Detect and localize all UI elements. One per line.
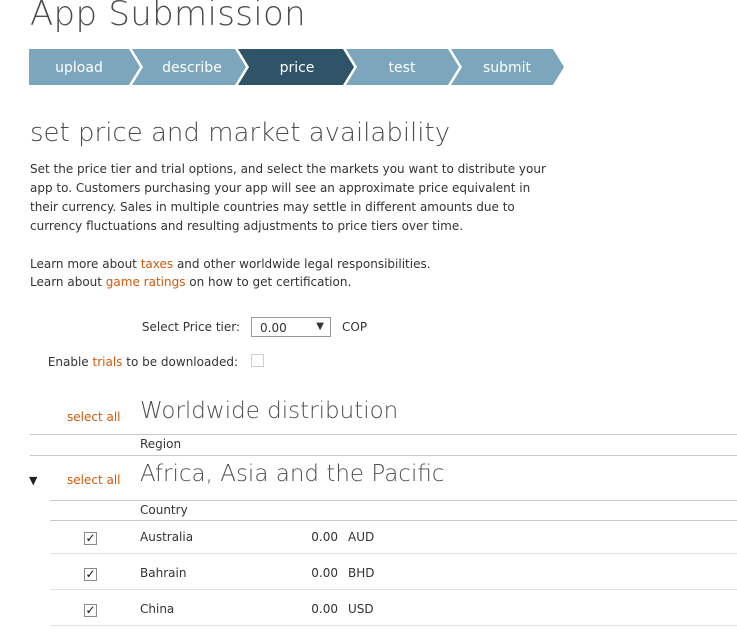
africa-asia-title: Africa, Asia and the Pacific [140, 461, 445, 487]
country-price: 0.00 [311, 530, 338, 544]
wizard-steps: upload describe price test submit [29, 49, 564, 85]
worldwide-title: Worldwide distribution [140, 398, 399, 424]
step-label: price [280, 60, 315, 76]
country-currency: USD [348, 602, 374, 616]
country-currency: AUD [348, 530, 375, 544]
divider [30, 455, 737, 456]
step-upload[interactable]: upload [29, 49, 140, 85]
chevron-down-icon: ▼ [316, 321, 324, 332]
step-describe[interactable]: describe [132, 49, 246, 85]
country-price: 0.00 [311, 602, 338, 616]
page-title: App Submission [30, 0, 306, 34]
trials-link[interactable]: trials [93, 355, 123, 369]
price-tier-value: 0.00 [260, 321, 287, 335]
step-test[interactable]: test [346, 49, 459, 85]
taxes-prefix: Learn more about [30, 257, 141, 271]
trials-suffix: to be downloaded: [122, 355, 238, 369]
step-label: upload [55, 60, 103, 76]
country-name: Australia [140, 530, 194, 544]
country-currency: BHD [348, 566, 375, 580]
section-description: Set the price tier and trial options, an… [30, 162, 546, 233]
worldwide-select-all[interactable]: select all [67, 410, 121, 424]
africa-asia-select-all[interactable]: select all [67, 473, 121, 487]
trials-checkbox[interactable] [251, 354, 264, 367]
divider [50, 520, 737, 521]
taxes-link[interactable]: taxes [141, 257, 173, 271]
step-label: describe [162, 60, 222, 76]
trials-label: Enable trials to be downloaded: [48, 355, 238, 369]
step-label: submit [483, 60, 532, 76]
game-ratings-link[interactable]: game ratings [106, 275, 186, 289]
price-tier-select[interactable]: 0.00 ▼ [251, 317, 331, 337]
row-checkbox[interactable]: ✓ [84, 568, 97, 581]
country-name: Bahrain [140, 566, 187, 580]
trials-prefix: Enable [47, 355, 93, 369]
step-submit[interactable]: submit [451, 49, 564, 85]
divider [30, 434, 737, 435]
taxes-line: Learn more about taxes and other worldwi… [30, 257, 431, 271]
section-title: set price and market availability [30, 118, 451, 148]
row-checkbox[interactable]: ✓ [84, 532, 97, 545]
ratings-prefix: Learn about [30, 275, 106, 289]
step-price[interactable]: price [238, 49, 354, 85]
row-divider [50, 589, 737, 590]
row-checkbox[interactable]: ✓ [84, 604, 97, 617]
triangle-down-icon[interactable]: ▼ [29, 474, 37, 487]
row-divider [50, 625, 737, 626]
row-divider [50, 553, 737, 554]
divider [50, 500, 737, 501]
step-label: test [389, 60, 416, 76]
country-column-header: Country [140, 503, 188, 517]
price-tier-currency: COP [342, 320, 368, 334]
ratings-line: Learn about game ratings on how to get c… [30, 275, 351, 289]
price-tier-label: Select Price tier: [141, 320, 240, 334]
country-price: 0.00 [311, 566, 338, 580]
country-name: China [140, 602, 175, 616]
region-column-header: Region [140, 437, 182, 451]
ratings-suffix: on how to get certification. [185, 275, 352, 289]
taxes-suffix: and other worldwide legal responsibiliti… [173, 257, 431, 271]
